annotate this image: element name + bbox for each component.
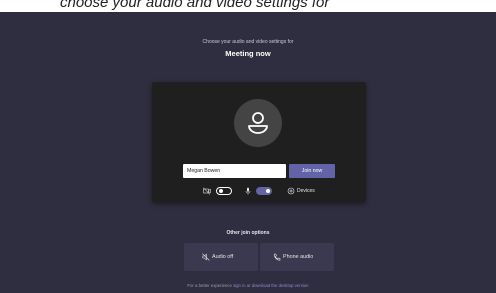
person-icon: [248, 112, 268, 134]
camera-toggle[interactable]: [216, 187, 232, 195]
footer-prefix: For a better experience: [187, 283, 232, 288]
name-input[interactable]: [183, 164, 286, 178]
settings-prompt: Choose your audio and video settings for: [202, 39, 294, 45]
meeting-title: Meeting now: [225, 49, 271, 58]
camera-toggle-knob: [218, 189, 223, 193]
sign-in-link[interactable]: sign in: [233, 283, 245, 288]
microphone-icon: [245, 187, 251, 195]
phone-audio-label: Phone audio: [283, 254, 314, 260]
join-now-button[interactable]: Join now: [289, 164, 335, 178]
phone-icon: [273, 253, 281, 261]
microphone-toggle[interactable]: [256, 187, 272, 195]
top-banner: choose your audio and video settings for: [0, 0, 496, 12]
footer: For a better experience sign in or downl…: [0, 283, 496, 288]
microphone-toggle-knob: [266, 189, 270, 193]
gear-icon[interactable]: [287, 187, 295, 195]
footer-or: or: [246, 283, 251, 288]
camera-off-icon: [203, 187, 211, 195]
phone-audio-option[interactable]: Phone audio: [260, 243, 334, 271]
speaker-off-icon: [202, 253, 210, 261]
audio-off-label: Audio off: [212, 254, 234, 260]
devices-button[interactable]: Devices: [297, 188, 315, 194]
avatar: [234, 99, 282, 147]
banner-text: choose your audio and video settings for: [60, 0, 330, 11]
device-controls: Devices: [152, 186, 366, 196]
other-join-options-heading: Other join options: [226, 230, 270, 236]
download-desktop-link[interactable]: download the desktop version: [252, 283, 309, 288]
audio-off-option[interactable]: Audio off: [184, 243, 258, 271]
preview-card: Join now Devices: [152, 82, 366, 202]
